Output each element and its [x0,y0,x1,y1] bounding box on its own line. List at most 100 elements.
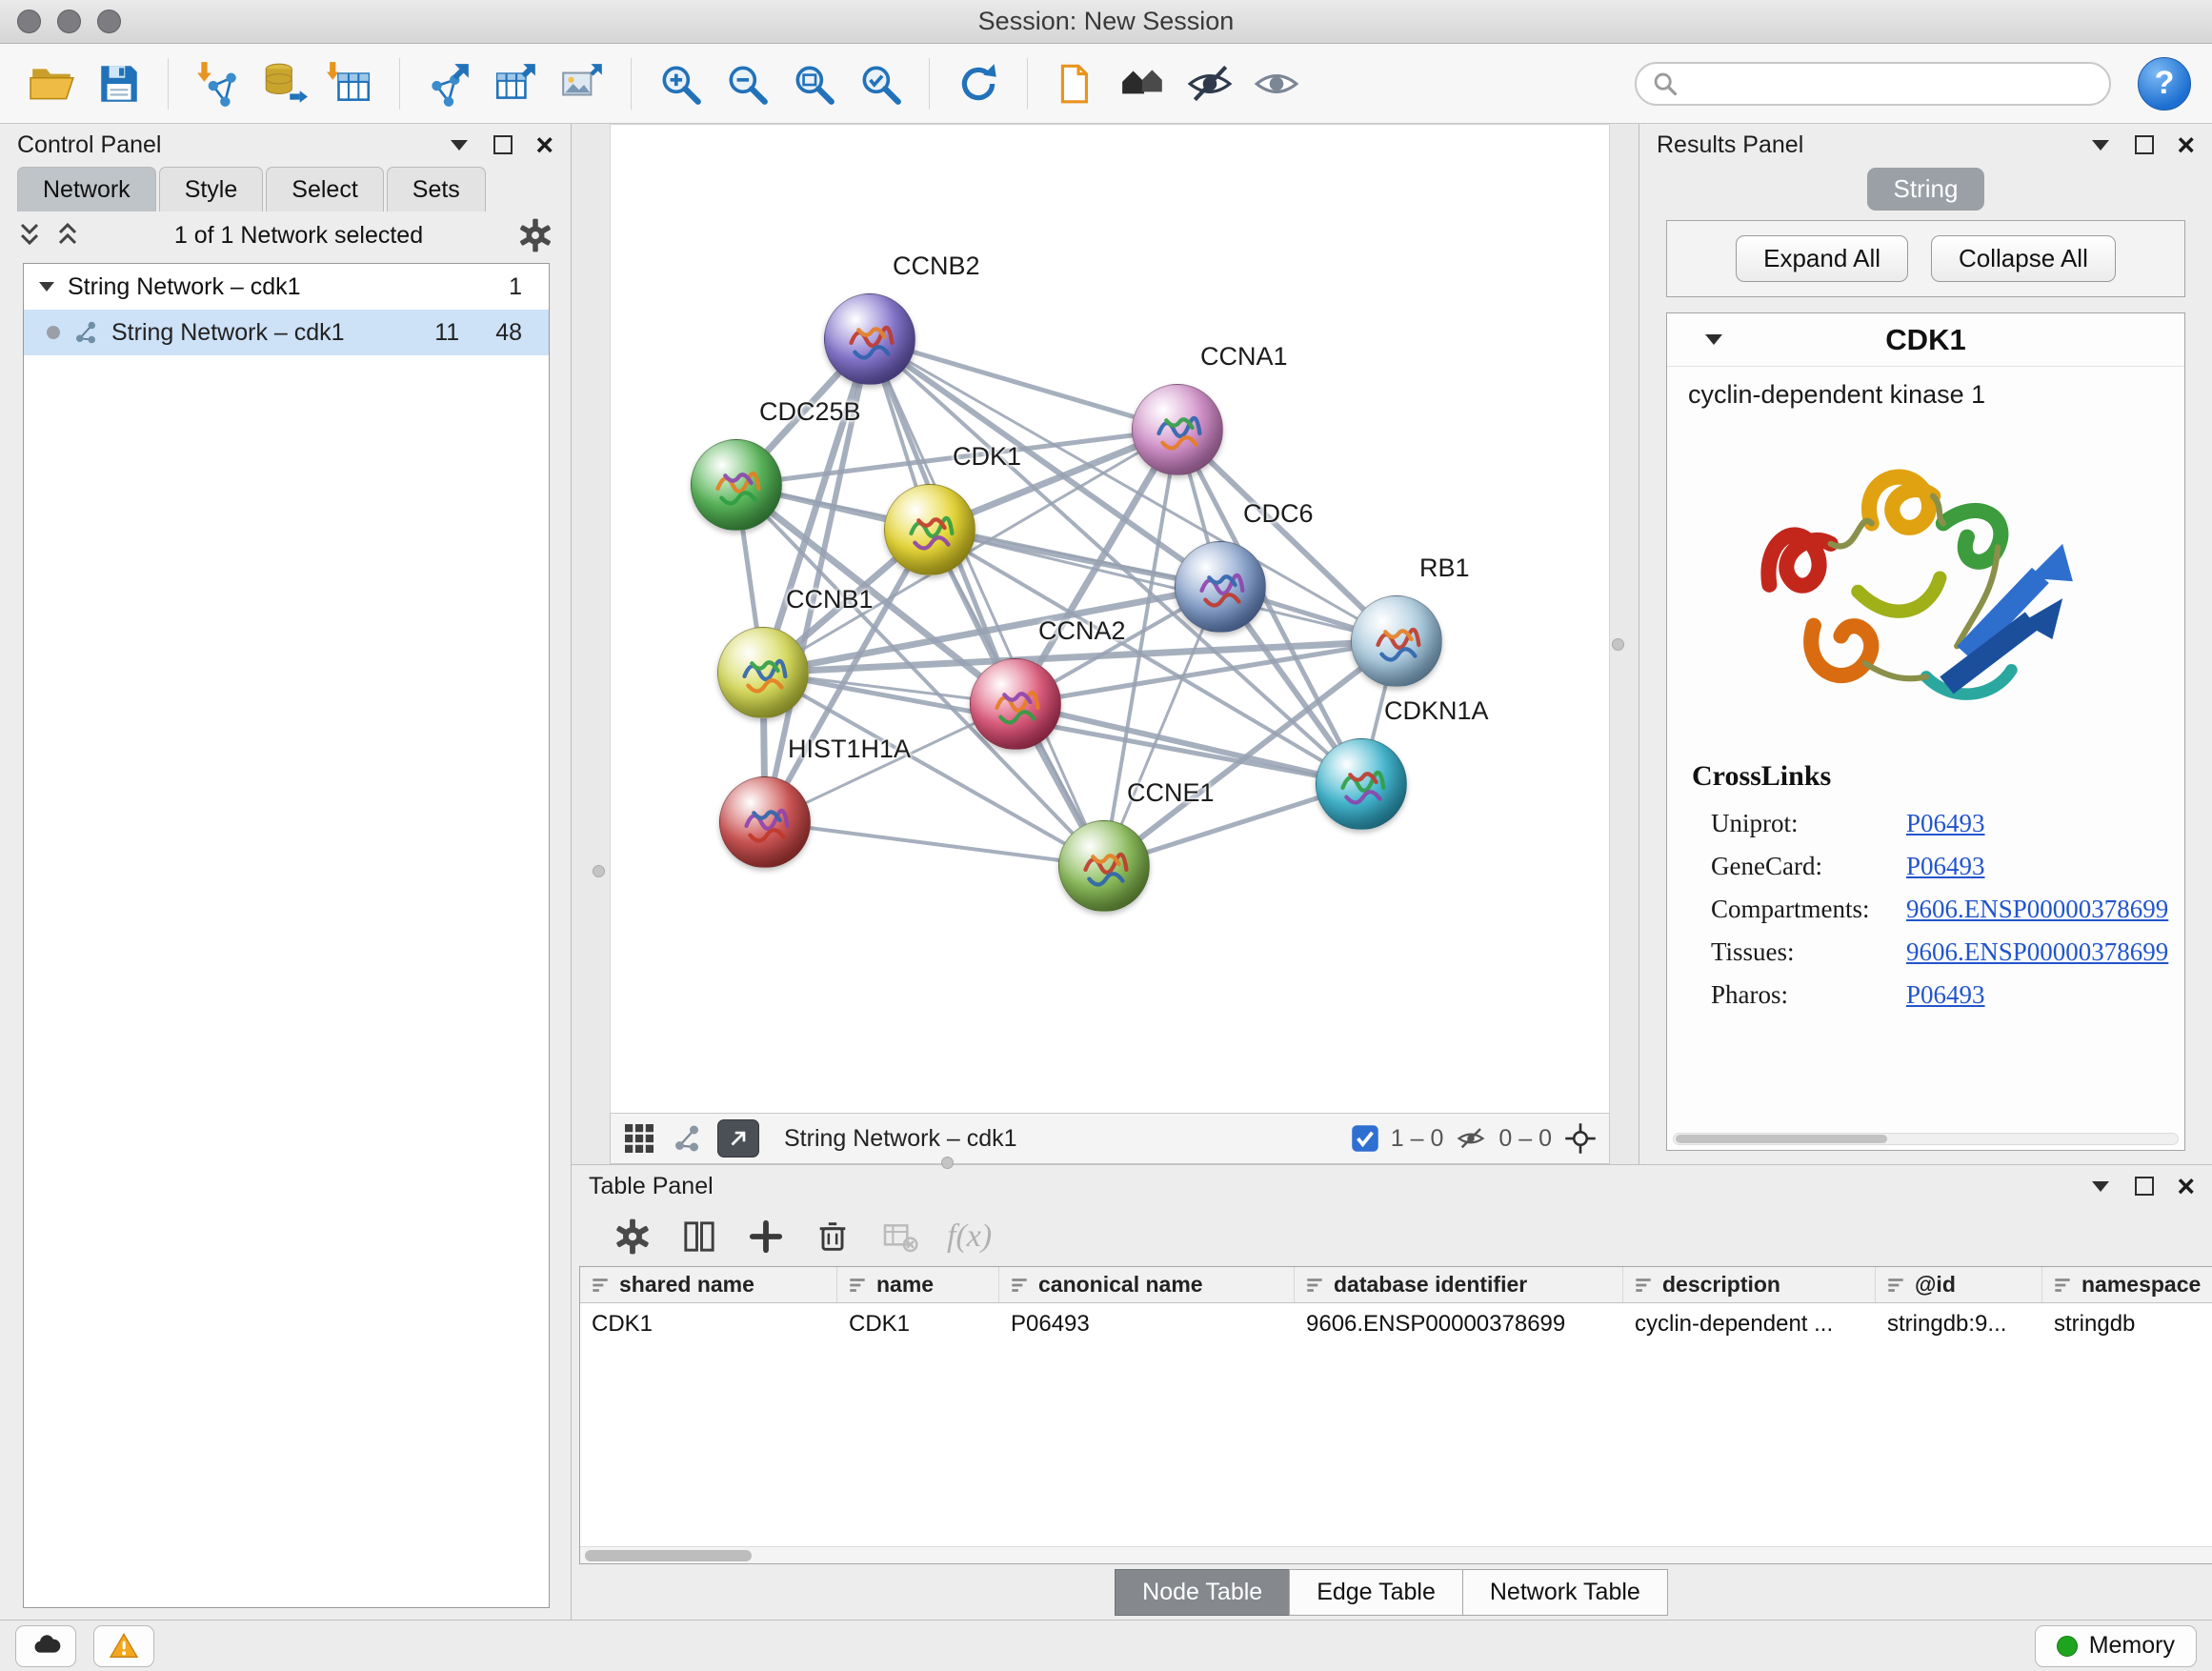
crosslink-uniprot-link[interactable]: P06493 [1906,809,1985,838]
network-node-ccnb1[interactable] [717,627,809,718]
column-header-namespace[interactable]: namespace [2042,1267,2212,1302]
table-panel: Table Panel × [572,1164,2212,1620]
network-node-ccna2[interactable] [970,658,1061,750]
import-network-from-database-button[interactable] [252,52,315,115]
hide-selected-button[interactable] [1178,52,1241,115]
cloud-status-button[interactable] [15,1625,76,1667]
crosslink-tissues-link[interactable]: 9606.ENSP00000378699 [1906,937,2168,967]
birds-eye-view-button[interactable] [1563,1121,1598,1156]
tab-network-table[interactable]: Network Table [1462,1569,1668,1616]
crosslink-genecard-link[interactable]: P06493 [1906,852,1985,881]
column-header-shared-name[interactable]: shared name [580,1267,837,1302]
show-hidden-button[interactable] [1245,52,1308,115]
search-input[interactable] [1635,62,2111,106]
table-options-button[interactable] [613,1218,652,1256]
tab-node-table[interactable]: Node Table [1115,1569,1290,1616]
export-table-button[interactable] [484,52,547,115]
network-options-button[interactable] [517,217,553,253]
import-table-button[interactable] [319,52,382,115]
right-splitter-handle[interactable] [1612,638,1624,651]
table-panel-menu-button[interactable] [2089,1178,2112,1194]
network-node-hist1h1a[interactable] [719,776,811,868]
network-share-icon [71,318,100,347]
minimize-window-button[interactable] [57,10,81,33]
save-session-button[interactable] [88,52,151,115]
tab-style[interactable]: Style [159,167,264,211]
column-header-canonical-name[interactable]: canonical name [999,1267,1295,1302]
results-panel-close-button[interactable]: × [2177,135,2195,154]
tab-select[interactable]: Select [266,167,383,211]
network-node-rb1[interactable] [1351,595,1442,687]
gene-section-collapse-button[interactable] [1703,332,1724,350]
open-session-button[interactable] [21,52,84,115]
clipboard-button[interactable] [1045,52,1108,115]
zoom-in-button[interactable] [649,52,712,115]
network-selection-status: 1 of 1 Network selected [93,222,504,250]
network-node-cdc25b[interactable] [691,439,782,531]
crosslink-row: Uniprot: P06493 [1692,802,2160,845]
crosslink-pharos-link[interactable]: P06493 [1906,980,1985,1010]
column-header-name[interactable]: name [837,1267,999,1302]
results-panel-float-button[interactable] [2135,135,2154,154]
scrollbar-thumb[interactable] [1676,1135,1887,1143]
network-collection-row[interactable]: String Network – cdk1 1 [24,264,549,310]
grid-view-button[interactable] [622,1121,656,1156]
export-image-button[interactable] [551,52,613,115]
zoom-window-button[interactable] [97,10,121,33]
tab-network[interactable]: Network [17,167,156,211]
zoom-fit-button[interactable] [782,52,845,115]
control-panel-float-button[interactable] [493,135,513,154]
network-node-ccna1[interactable] [1132,384,1223,475]
expand-all-button[interactable] [55,221,80,250]
show-columns-button[interactable] [680,1218,718,1256]
column-header-id[interactable]: @id [1876,1267,2042,1302]
hidden-eye-slash-icon [1455,1124,1487,1153]
delete-column-button[interactable] [814,1218,852,1256]
table-panel-float-button[interactable] [2135,1177,2154,1196]
collapse-all-results-button[interactable]: Collapse All [1931,235,2116,282]
tab-edge-table[interactable]: Edge Table [1289,1569,1463,1616]
open-in-new-view-button[interactable] [717,1119,759,1158]
tab-sets[interactable]: Sets [387,167,486,211]
collapse-all-button[interactable] [17,221,42,250]
scrollbar-thumb[interactable] [585,1550,752,1561]
column-header-description[interactable]: description [1623,1267,1876,1302]
memory-button[interactable]: Memory [2035,1625,2197,1667]
network-node-cdc6[interactable] [1175,541,1266,633]
network-row[interactable]: String Network – cdk1 11 48 [24,310,549,355]
network-canvas[interactable]: CCNB2CCNA1CDC25BCDK1CDC6RB1CCNB1CCNA2CDK… [610,124,1610,1113]
horizontal-splitter-handle[interactable] [941,1157,954,1169]
nested-networks-button[interactable] [1112,52,1175,115]
network-node-cdkn1a[interactable] [1316,738,1407,830]
table-panel-close-button[interactable]: × [2177,1177,2195,1196]
create-column-button[interactable] [747,1218,785,1256]
eye-slash-icon [1186,60,1234,108]
network-tree: String Network – cdk1 1 String Network –… [23,263,550,1608]
network-node-cdk1[interactable] [884,484,975,575]
triangle-down-icon [1703,332,1724,347]
selected-checkbox-icon[interactable] [1351,1124,1379,1153]
results-horizontal-scrollbar[interactable] [1673,1133,2179,1145]
help-button[interactable]: ? [2138,57,2191,111]
column-header-database-identifier[interactable]: database identifier [1295,1267,1623,1302]
network-node-ccne1[interactable] [1058,820,1150,912]
table-horizontal-scrollbar[interactable] [580,1546,2212,1563]
left-splitter-handle[interactable] [593,865,605,877]
close-window-button[interactable] [17,10,41,33]
control-panel-menu-button[interactable] [448,137,471,152]
network-node-ccnb2[interactable] [824,293,915,385]
toolbar-separator [168,58,169,110]
warnings-button[interactable] [93,1625,154,1667]
results-tab-string[interactable]: String [1867,168,1985,211]
expand-all-results-button[interactable]: Expand All [1736,235,1908,282]
results-panel-menu-button[interactable] [2089,137,2112,152]
crosslink-compartments-link[interactable]: 9606.ENSP00000378699 [1906,895,2168,924]
control-panel-close-button[interactable]: × [535,135,553,154]
zoom-out-button[interactable] [715,52,778,115]
apply-layout-button[interactable] [947,52,1010,115]
zoom-selected-button[interactable] [849,52,912,115]
network-share-button[interactable] [670,1121,704,1156]
import-network-button[interactable] [186,52,249,115]
table-row[interactable]: CDK1 CDK1 P06493 9606.ENSP00000378699 cy… [580,1303,2212,1345]
export-network-button[interactable] [417,52,480,115]
